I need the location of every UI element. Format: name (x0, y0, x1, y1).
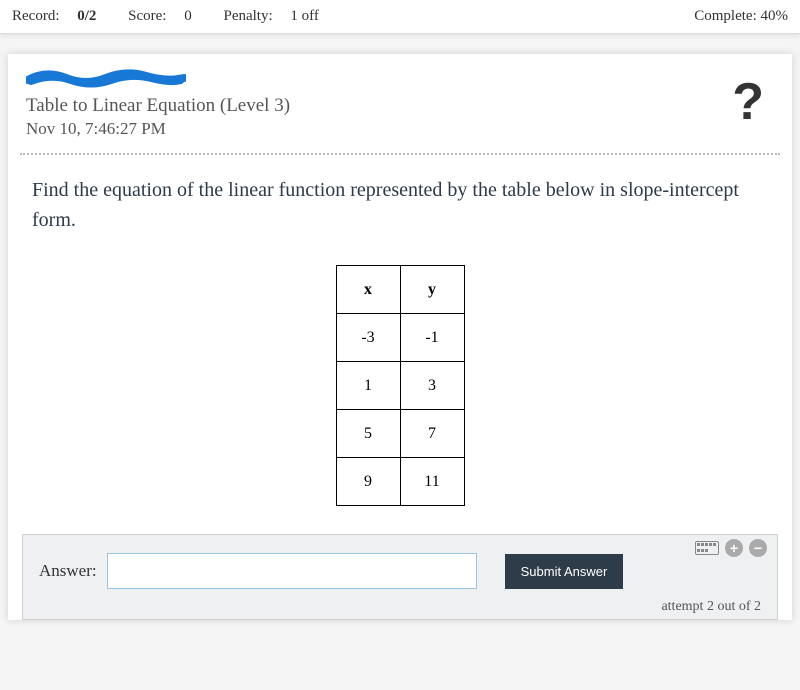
cell-y: -1 (400, 314, 464, 362)
answer-tools: + − (695, 539, 767, 557)
question-text: Find the equation of the linear function… (8, 155, 792, 245)
top-status-left: Record: 0/2 Score: 0 Penalty: 1 off (12, 8, 347, 25)
cell-y: 11 (400, 458, 464, 506)
problem-timestamp: Nov 10, 7:46:27 PM (26, 119, 774, 139)
complete-value: 40% (761, 8, 789, 24)
col-x-header: x (336, 266, 400, 314)
record-label: Record: 0/2 (12, 8, 114, 24)
cell-y: 3 (400, 362, 464, 410)
top-status-bar: Record: 0/2 Score: 0 Penalty: 1 off Comp… (0, 0, 800, 34)
table-header-row: x y (336, 266, 464, 314)
penalty-label-text: Penalty: (223, 8, 272, 24)
record-value: 0/2 (77, 8, 96, 24)
top-status-right: Complete: 40% (694, 8, 788, 25)
table-row: 1 3 (336, 362, 464, 410)
zoom-in-icon[interactable]: + (725, 539, 743, 557)
table-row: -3 -1 (336, 314, 464, 362)
score-label-text: Score: (128, 8, 166, 24)
attempt-counter: attempt 2 out of 2 (39, 599, 761, 615)
cell-y: 7 (400, 410, 464, 458)
penalty-value: 1 off (290, 8, 318, 24)
cell-x: 1 (336, 362, 400, 410)
answer-panel: + − Answer: Submit Answer attempt 2 out … (22, 534, 778, 620)
data-table-wrap: x y -3 -1 1 3 5 7 9 11 (8, 245, 792, 534)
help-icon[interactable]: ? (732, 72, 764, 132)
cell-x: 9 (336, 458, 400, 506)
problem-title: Table to Linear Equation (Level 3) (26, 95, 774, 117)
keyboard-icon[interactable] (695, 541, 719, 555)
cell-x: 5 (336, 410, 400, 458)
score-value: 0 (184, 8, 192, 24)
submit-button[interactable]: Submit Answer (505, 554, 624, 589)
col-y-header: y (400, 266, 464, 314)
problem-card: Table to Linear Equation (Level 3) Nov 1… (8, 54, 792, 620)
data-table: x y -3 -1 1 3 5 7 9 11 (336, 265, 465, 506)
complete-label: Complete: (694, 8, 757, 24)
score-label: Score: 0 (128, 8, 209, 24)
redaction-scribble (26, 68, 186, 88)
table-row: 9 11 (336, 458, 464, 506)
answer-input[interactable] (107, 553, 477, 589)
penalty-label: Penalty: 1 off (223, 8, 332, 24)
cell-x: -3 (336, 314, 400, 362)
answer-label: Answer: (39, 561, 97, 581)
answer-row: Answer: Submit Answer (39, 553, 761, 589)
zoom-out-icon[interactable]: − (749, 539, 767, 557)
card-header: Table to Linear Equation (Level 3) Nov 1… (8, 54, 792, 145)
record-label-text: Record: (12, 8, 59, 24)
table-row: 5 7 (336, 410, 464, 458)
